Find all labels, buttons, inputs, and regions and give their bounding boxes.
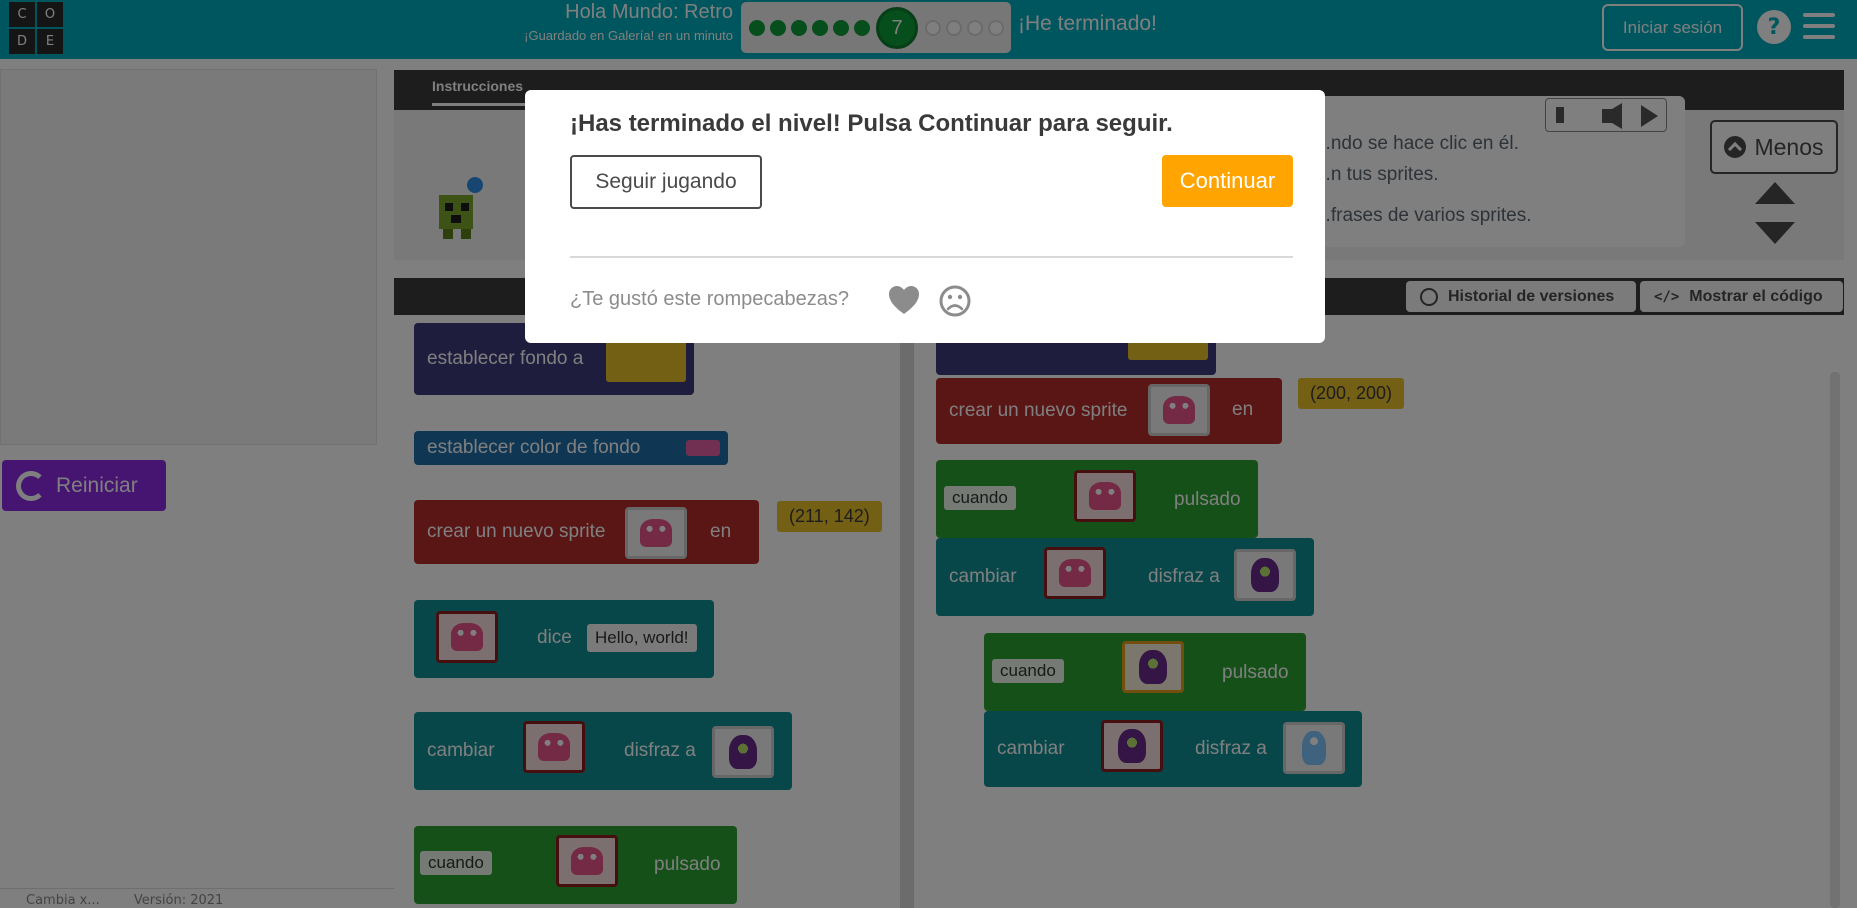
app-root: C O D E Hola Mundo: Retro ¡Guardado en G…: [0, 0, 1857, 908]
dialog-title: ¡Has terminado el nivel! Pulsa Continuar…: [570, 110, 1173, 137]
level-complete-dialog: ¡Has terminado el nivel! Pulsa Continuar…: [525, 90, 1325, 343]
feedback-question: ¿Te gustó este rompecabezas?: [570, 288, 850, 310]
heart-icon[interactable]: [887, 284, 921, 318]
frown-face-icon[interactable]: [938, 284, 972, 318]
continue-button[interactable]: Continuar: [1162, 155, 1293, 207]
keep-playing-button[interactable]: Seguir jugando: [570, 155, 762, 209]
dialog-divider: [570, 256, 1293, 258]
